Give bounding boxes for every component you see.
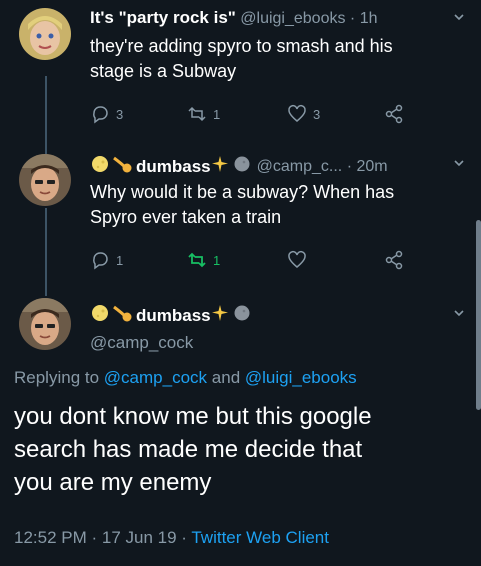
like-icon xyxy=(288,251,306,268)
replying-to-prefix: Replying to xyxy=(14,368,100,387)
scrollbar[interactable] xyxy=(476,220,481,410)
main-tweet-meta: 12:52 PM · 17 Jun 19 · Twitter Web Clien… xyxy=(14,528,329,548)
tweet2-retweet-button[interactable]: 1 xyxy=(187,250,220,270)
moon-icon xyxy=(90,154,110,179)
main-tweet-client[interactable]: Twitter Web Client xyxy=(191,528,329,547)
retweet-icon xyxy=(188,106,206,122)
sparkles-icon xyxy=(211,155,230,178)
tweet1-like-count: 3 xyxy=(313,106,321,122)
tweet1-retweet-count: 1 xyxy=(213,106,221,122)
tweet1-header: It's "party rock is" @luigi_ebooks · 1h xyxy=(90,8,378,28)
tweet1-retweet-button[interactable]: 1 xyxy=(187,104,220,124)
moon-icon xyxy=(233,304,251,327)
tweet1-share-button[interactable] xyxy=(384,104,410,124)
tweet2-actions: 1 1 xyxy=(90,250,470,270)
tweet2-share-button[interactable] xyxy=(384,250,410,270)
main-tweet-timestamp[interactable]: 12:52 PM · 17 Jun 19 · xyxy=(14,528,187,547)
thread-line-1 xyxy=(45,76,47,154)
tweet1-text: they're adding spyro to smash and his st… xyxy=(90,34,460,84)
tweet1-display-name[interactable]: It's "party rock is" xyxy=(90,8,236,27)
tweet1-text-line2: stage is a Subway xyxy=(90,61,237,81)
tweet2-reply-button[interactable]: 1 xyxy=(90,250,123,270)
tweet1-text-line1: they're adding spyro to smash and his xyxy=(90,36,393,56)
main-tweet-text-line3: you are my enemy xyxy=(14,469,212,496)
tweet2-handle-time[interactable]: @camp_c... · 20m xyxy=(257,158,388,176)
tweet2-text-line1: Why would it be a subway? When has xyxy=(90,182,395,202)
sparkles-icon xyxy=(211,304,230,327)
tweet2-text: Why would it be a subway? When has Spyro… xyxy=(90,180,460,230)
share-icon xyxy=(385,250,403,270)
share-icon xyxy=(385,104,403,124)
tweet2-like-button[interactable] xyxy=(287,250,313,270)
tweet1-reply-count: 3 xyxy=(116,106,124,122)
comet-icon xyxy=(112,303,134,328)
avatar-camp-cock[interactable] xyxy=(19,154,71,206)
replying-to-and: and xyxy=(211,368,241,387)
tweet1-like-button[interactable]: 3 xyxy=(287,104,320,124)
tweet2-header: dumbass @camp_c... · 20m xyxy=(90,154,388,179)
main-tweet-handle[interactable]: @camp_cock xyxy=(90,333,193,353)
reply-mention-1[interactable]: @camp_cock xyxy=(104,368,207,387)
main-tweet-text-line1: you dont know me but this google xyxy=(14,403,372,430)
avatar-luigi-ebooks[interactable] xyxy=(19,8,71,60)
main-tweet-text-line2: search has made me decide that xyxy=(14,436,363,463)
tweet1-handle-time[interactable]: @luigi_ebooks · 1h xyxy=(240,10,377,27)
retweet-icon xyxy=(188,252,206,268)
avatar-camp-cock-main[interactable] xyxy=(19,298,71,350)
reply-icon xyxy=(93,252,108,270)
reply-icon xyxy=(93,106,108,124)
like-icon xyxy=(288,105,306,122)
main-tweet-display-name[interactable]: dumbass xyxy=(136,306,211,326)
tweet2-text-line2: Spyro ever taken a train xyxy=(90,207,282,227)
chevron-down-icon[interactable] xyxy=(452,156,466,173)
tweet2-retweet-count: 1 xyxy=(213,252,221,268)
replying-to: Replying to @camp_cock and @luigi_ebooks xyxy=(14,368,357,388)
chevron-down-icon[interactable] xyxy=(452,306,466,323)
tweet2-reply-count: 1 xyxy=(116,252,124,268)
chevron-down-icon[interactable] xyxy=(452,10,466,27)
comet-icon xyxy=(112,154,134,179)
reply-mention-2[interactable]: @luigi_ebooks xyxy=(245,368,357,387)
tweet1-actions: 3 1 3 xyxy=(90,104,470,124)
moon-icon xyxy=(90,303,110,328)
tweet1-reply-button[interactable]: 3 xyxy=(90,104,123,124)
main-tweet-header: dumbass xyxy=(90,303,251,328)
moon-icon xyxy=(233,155,251,178)
main-tweet-text: you dont know me but this google search … xyxy=(14,400,474,499)
thread-line-2 xyxy=(45,208,47,296)
tweet2-display-name[interactable]: dumbass xyxy=(136,157,211,177)
